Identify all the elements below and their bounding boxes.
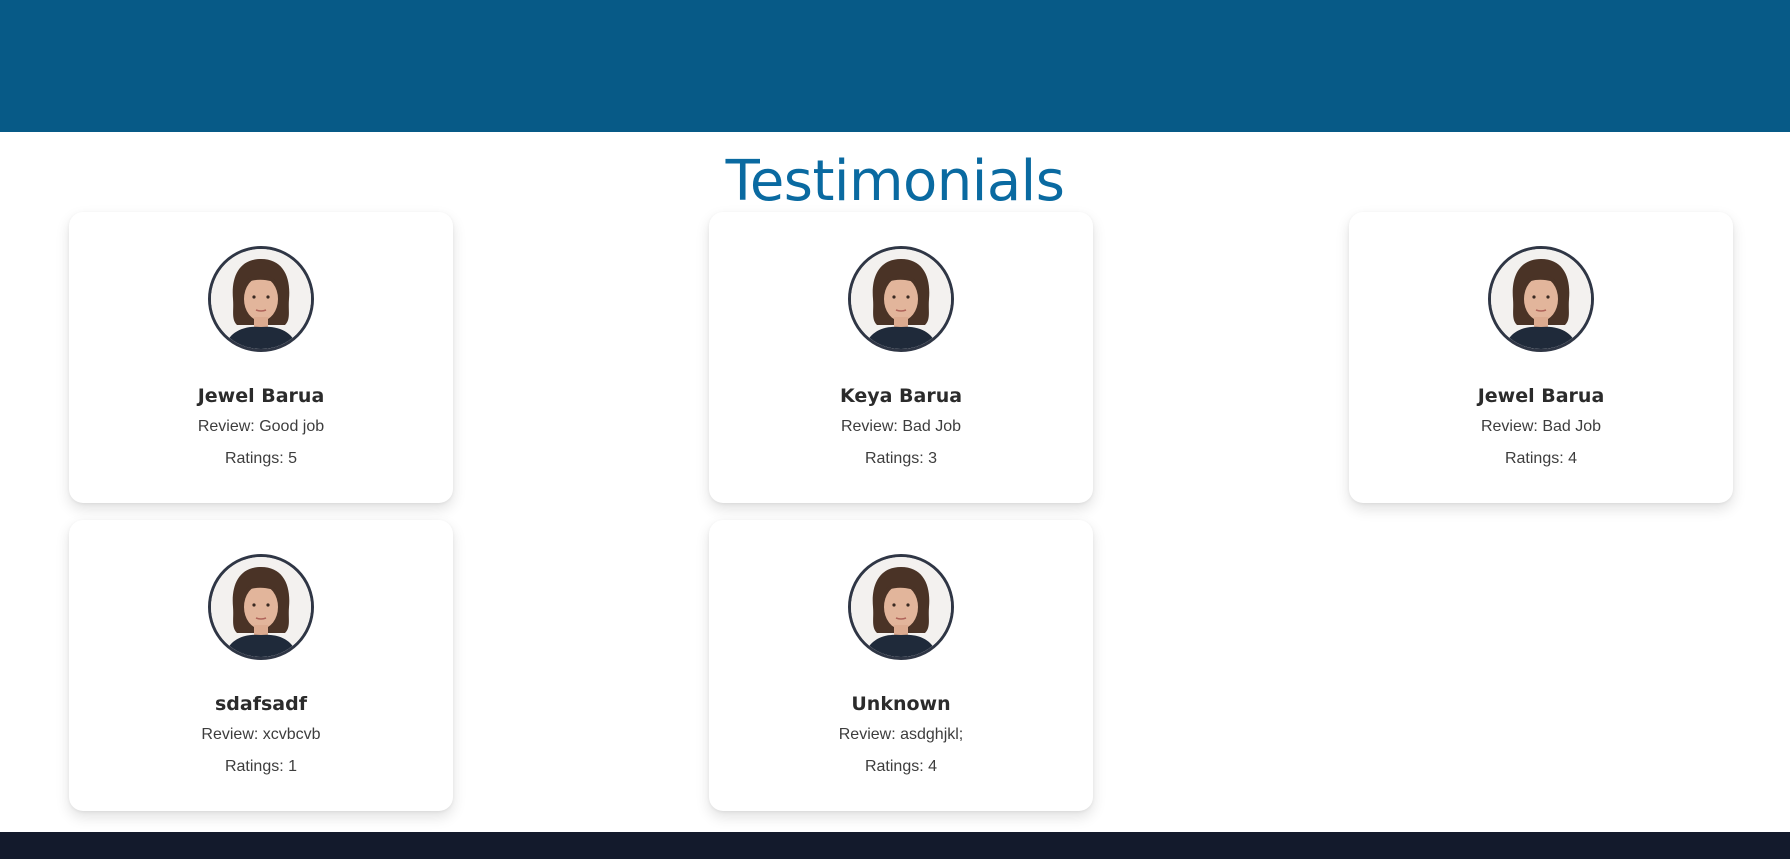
header-band bbox=[0, 0, 1790, 132]
review-text: Review: Good job bbox=[197, 418, 325, 435]
footer-band bbox=[0, 832, 1790, 859]
user-photo-icon bbox=[211, 249, 311, 349]
testimonials-grid: Jewel Barua Review: Good job Ratings: 5 … bbox=[69, 212, 1733, 811]
avatar bbox=[848, 554, 954, 660]
review-text: Review: asdghjkl; bbox=[838, 726, 964, 743]
user-photo-icon bbox=[851, 557, 951, 657]
review-text: Review: Bad Job bbox=[840, 418, 962, 435]
testimonial-card: Unknown Review: asdghjkl; Ratings: 4 bbox=[709, 520, 1093, 811]
avatar bbox=[848, 246, 954, 352]
avatar bbox=[1488, 246, 1594, 352]
testimonial-card: Jewel Barua Review: Good job Ratings: 5 bbox=[69, 212, 453, 503]
reviewer-name: sdafsadf bbox=[215, 693, 307, 715]
rating-text: Ratings: 5 bbox=[224, 450, 298, 467]
rating-text: Ratings: 3 bbox=[864, 450, 938, 467]
user-photo-icon bbox=[851, 249, 951, 349]
testimonial-card: sdafsadf Review: xcvbcvb Ratings: 1 bbox=[69, 520, 453, 811]
user-photo-icon bbox=[1491, 249, 1591, 349]
rating-text: Ratings: 4 bbox=[1504, 450, 1578, 467]
avatar bbox=[208, 554, 314, 660]
user-photo-icon bbox=[211, 557, 311, 657]
testimonial-card: Keya Barua Review: Bad Job Ratings: 3 bbox=[709, 212, 1093, 503]
avatar bbox=[208, 246, 314, 352]
review-text: Review: Bad Job bbox=[1480, 418, 1602, 435]
rating-text: Ratings: 4 bbox=[864, 758, 938, 775]
reviewer-name: Jewel Barua bbox=[1477, 385, 1605, 407]
review-text: Review: xcvbcvb bbox=[201, 726, 321, 743]
testimonial-card: Jewel Barua Review: Bad Job Ratings: 4 bbox=[1349, 212, 1733, 503]
reviewer-name: Unknown bbox=[851, 693, 951, 715]
section-title: Testimonials bbox=[725, 149, 1065, 214]
reviewer-name: Jewel Barua bbox=[197, 385, 325, 407]
reviewer-name: Keya Barua bbox=[839, 385, 963, 407]
rating-text: Ratings: 1 bbox=[224, 758, 298, 775]
